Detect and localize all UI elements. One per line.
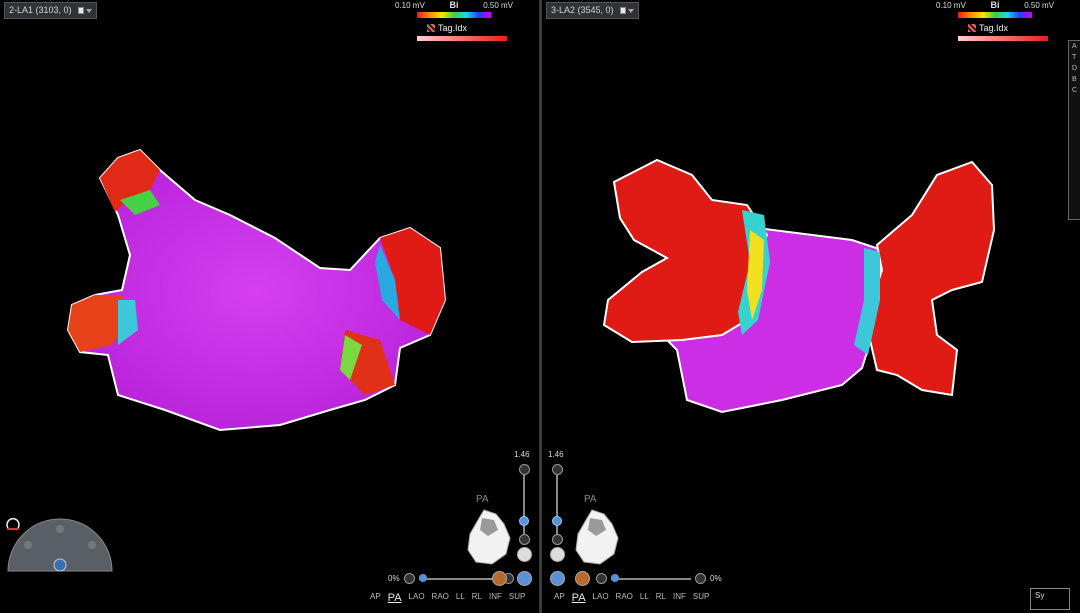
right-reset-view-icon[interactable] xyxy=(550,547,565,562)
right-opacity-slider[interactable] xyxy=(611,573,691,582)
side-line: C xyxy=(1072,87,1078,94)
right-zoom-slider[interactable] xyxy=(556,475,558,535)
left-view-buttons[interactable]: AP PA LAO RAO LL RL INF SUP xyxy=(370,592,525,604)
view-button-rao[interactable]: RAO xyxy=(616,592,633,604)
compass-toggle-icon[interactable] xyxy=(5,517,21,531)
right-opacity-minus-button[interactable] xyxy=(596,573,607,584)
right-zoom-out-button[interactable] xyxy=(552,534,563,545)
view-button-ll[interactable]: LL xyxy=(456,592,465,604)
left-view-label: PA xyxy=(476,494,489,505)
right-opacity-value: 0% xyxy=(710,574,722,583)
left-opacity-slider[interactable] xyxy=(418,573,499,582)
view-button-pa[interactable]: PA xyxy=(572,592,586,604)
view-button-inf[interactable]: INF xyxy=(489,592,502,604)
view-button-sup[interactable]: SUP xyxy=(693,592,709,604)
left-reset-view-icon[interactable] xyxy=(517,547,532,562)
left-ablation-icon[interactable] xyxy=(492,571,507,586)
view-button-rl[interactable]: RL xyxy=(472,592,482,604)
right-zoom-in-button[interactable] xyxy=(552,464,563,475)
left-zoom-out-button[interactable] xyxy=(519,534,530,545)
side-line: A xyxy=(1072,43,1077,50)
right-rotate-icon[interactable] xyxy=(550,571,565,586)
compass-control[interactable] xyxy=(6,517,114,573)
view-button-ll[interactable]: LL xyxy=(640,592,649,604)
left-heart-orientation-icon xyxy=(467,509,511,565)
right-view-label: PA xyxy=(584,494,597,505)
left-opacity-minus-button[interactable] xyxy=(403,573,415,584)
view-button-lao[interactable]: LAO xyxy=(593,592,609,604)
sy-box[interactable]: Sy xyxy=(1030,588,1070,610)
left-rotate-icon[interactable] xyxy=(517,571,532,586)
left-opacity-knob[interactable] xyxy=(418,573,427,582)
left-zoom-slider[interactable] xyxy=(523,475,525,535)
view-button-ap[interactable]: AP xyxy=(370,592,381,604)
right-heart-orientation-icon xyxy=(575,509,619,565)
left-zoom-in-button[interactable] xyxy=(519,464,530,475)
view-button-sup[interactable]: SUP xyxy=(509,592,525,604)
view-button-lao[interactable]: LAO xyxy=(409,592,425,604)
view-button-pa[interactable]: PA xyxy=(388,592,402,604)
right-opacity-plus-button[interactable] xyxy=(695,573,706,584)
right-view-buttons[interactable]: AP PA LAO RAO LL RL INF SUP xyxy=(554,592,709,604)
right-zoom-knob[interactable] xyxy=(552,516,562,526)
left-map-panel[interactable]: 2-LA1 (3103, 0) 0.10 mV Bi 0.50 mV Tag.I… xyxy=(0,0,539,613)
left-zoom-value: 1.46 xyxy=(514,450,530,459)
sy-label: Sy xyxy=(1035,591,1045,600)
right-opacity-control[interactable]: 0% xyxy=(596,573,722,584)
left-zoom-knob[interactable] xyxy=(519,516,529,526)
right-map-panel[interactable]: 3-LA2 (3545, 0) 0.10 mV Bi 0.50 mV Tag.I… xyxy=(542,0,1080,613)
view-button-ap[interactable]: AP xyxy=(554,592,565,604)
right-anatomy-map[interactable] xyxy=(542,0,1080,613)
right-ablation-icon[interactable] xyxy=(575,571,590,586)
left-opacity-value: 0% xyxy=(388,574,400,583)
right-zoom-value: 1.46 xyxy=(548,450,564,459)
view-button-rl[interactable]: RL xyxy=(656,592,666,604)
view-button-inf[interactable]: INF xyxy=(673,592,686,604)
side-line: D xyxy=(1072,65,1078,72)
side-line: B xyxy=(1072,76,1077,83)
side-line: T xyxy=(1072,54,1077,61)
side-info-panel[interactable]: A T D B C xyxy=(1068,40,1080,220)
right-opacity-knob[interactable] xyxy=(611,573,619,582)
view-button-rao[interactable]: RAO xyxy=(432,592,449,604)
